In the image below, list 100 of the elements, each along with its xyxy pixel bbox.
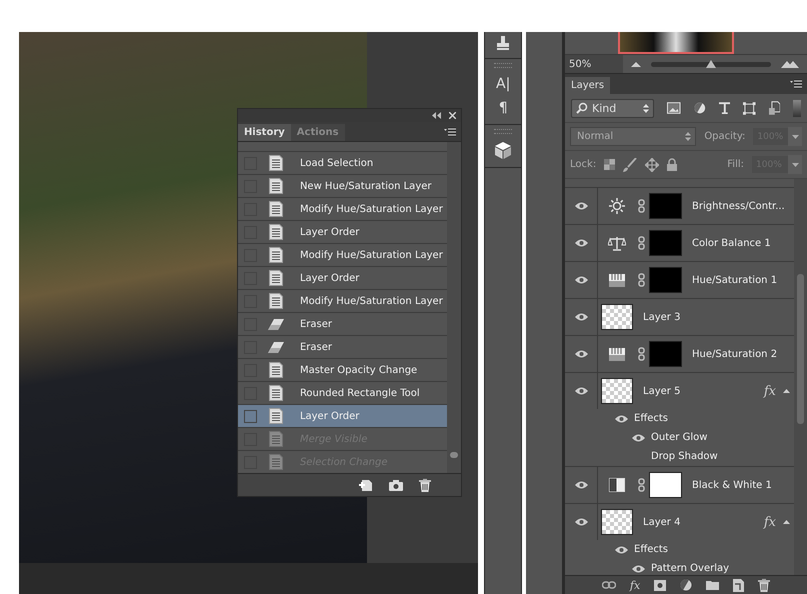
eye-icon[interactable] — [574, 350, 588, 358]
history-item[interactable]: Layer Order — [238, 267, 447, 290]
filter-toggle[interactable] — [793, 100, 802, 116]
layer-mask-thumbnail — [649, 267, 682, 293]
trash-icon[interactable] — [758, 578, 770, 592]
panel-tab[interactable]: History — [238, 124, 291, 141]
eye-icon[interactable] — [574, 276, 588, 284]
history-item[interactable]: Modify Hue/Saturation Layer — [238, 290, 447, 313]
image-filter-icon[interactable] — [667, 102, 681, 114]
document-icon — [266, 385, 285, 401]
history-item[interactable]: Modify Hue/Saturation Layer — [238, 244, 447, 267]
layer-name: Layer 4 — [643, 516, 680, 528]
lock-label: Lock: — [570, 159, 596, 170]
dropdown-button[interactable] — [788, 155, 802, 174]
filter-label: Kind — [592, 102, 616, 114]
caret-icon — [792, 134, 799, 138]
history-step-label: Modify Hue/Saturation Layer — [300, 250, 443, 260]
panel-menu-icon[interactable] — [790, 80, 802, 88]
padlock-icon[interactable] — [667, 158, 678, 171]
scrollbar[interactable] — [794, 179, 807, 575]
layer-row[interactable]: Layer 3 — [565, 299, 794, 336]
eye-icon[interactable] — [574, 239, 588, 247]
caret-icon[interactable] — [783, 520, 790, 524]
link-icon[interactable] — [638, 199, 646, 213]
panel-tab[interactable]: Layers — [565, 77, 610, 94]
history-item[interactable]: Rounded Rectangle Tool — [238, 382, 447, 405]
eye-icon[interactable] — [574, 481, 588, 489]
new-document-icon[interactable] — [358, 478, 373, 492]
layer-mask-thumbnail — [649, 230, 682, 256]
navigator-preview[interactable] — [618, 32, 734, 54]
eye-icon[interactable] — [632, 564, 646, 572]
eye-icon[interactable] — [574, 518, 588, 526]
layer-row[interactable]: Brightness/Contr... — [565, 188, 794, 225]
close-icon[interactable] — [448, 112, 456, 119]
panel-menu-icon[interactable] — [444, 128, 456, 136]
document-icon — [266, 362, 285, 378]
layer-name: Black & White 1 — [692, 480, 772, 490]
snapshot-checkbox[interactable] — [244, 410, 257, 422]
zoom-level-field[interactable]: 50% — [565, 55, 624, 73]
collapse-icon[interactable] — [432, 112, 441, 119]
hue-saturation-icon — [609, 348, 626, 360]
folder-icon[interactable] — [706, 580, 720, 590]
adjustment-filter-icon[interactable] — [694, 102, 706, 114]
panel-toggle[interactable]: ¶ — [498, 100, 508, 116]
layer-name: Color Balance 1 — [692, 238, 771, 248]
history-item[interactable]: Layer Order — [238, 221, 447, 244]
brush-icon[interactable] — [623, 158, 638, 172]
history-item[interactable]: Load Selection — [238, 152, 447, 175]
link-icon[interactable] — [602, 581, 616, 589]
eye-icon[interactable] — [615, 414, 628, 422]
cube-icon[interactable] — [495, 142, 512, 159]
layer-row[interactable]: Hue/Saturation 2 — [565, 336, 794, 373]
effect-name: Pattern Overlay — [651, 563, 730, 574]
camera-icon[interactable] — [388, 480, 403, 490]
half-square-icon — [609, 478, 626, 492]
layer-name: Layer 5 — [643, 386, 680, 396]
layer-row[interactable]: Color Balance 1 — [565, 225, 794, 262]
zoom-out-icon[interactable] — [631, 62, 642, 66]
shape-filter-icon[interactable] — [743, 102, 756, 114]
eye-icon[interactable] — [574, 313, 588, 321]
layer-row[interactable]: Black & White 1 — [565, 467, 794, 504]
trash-icon[interactable] — [418, 478, 431, 492]
filter-dropdown[interactable]: Kind — [571, 98, 654, 118]
eye-icon[interactable] — [615, 546, 628, 554]
dropdown-button[interactable] — [788, 127, 802, 146]
layer-row[interactable]: Hue/Saturation 1 — [565, 262, 794, 299]
history-item[interactable]: Master Opacity Change — [238, 359, 447, 382]
history-item[interactable]: New Hue/Saturation Layer — [238, 175, 447, 198]
search-icon — [576, 102, 588, 114]
link-icon[interactable] — [638, 236, 646, 250]
stamp-icon[interactable] — [495, 36, 512, 50]
eye-icon[interactable] — [574, 202, 588, 210]
history-item[interactable]: Layer Order — [238, 405, 447, 428]
document-icon — [266, 201, 285, 217]
move-icon[interactable] — [645, 158, 660, 172]
smart-object-filter-icon[interactable] — [768, 101, 780, 115]
eye-icon[interactable] — [574, 387, 588, 395]
scrollbar[interactable] — [446, 142, 461, 473]
document-icon — [266, 270, 285, 286]
mask-icon[interactable] — [654, 580, 666, 590]
scales-icon — [608, 236, 626, 250]
document-icon — [266, 454, 285, 470]
fx-label: fx — [764, 384, 776, 398]
link-icon[interactable] — [638, 347, 646, 361]
type-filter-icon[interactable] — [718, 102, 730, 114]
history-item[interactable]: Modify Hue/Saturation Layer — [238, 198, 447, 221]
link-icon[interactable] — [638, 478, 646, 492]
panel-toggle[interactable]: A| — [496, 76, 510, 92]
caret-icon[interactable] — [783, 389, 790, 393]
add-style-button[interactable]: fx — [630, 578, 640, 592]
adjustment-icon[interactable] — [680, 579, 692, 591]
checker-lock-icon[interactable] — [604, 159, 616, 170]
eye-icon[interactable] — [632, 434, 646, 442]
eraser-icon — [266, 340, 285, 354]
new-layer-icon[interactable] — [733, 578, 744, 592]
effect-name: Outer Glow — [651, 432, 708, 443]
document-icon — [266, 155, 285, 171]
layer-row[interactable]: Layer 5 fx Effects Outer Glow Drop Shadow — [565, 373, 794, 467]
link-icon[interactable] — [638, 273, 646, 287]
zoom-in-icon[interactable] — [781, 60, 800, 68]
